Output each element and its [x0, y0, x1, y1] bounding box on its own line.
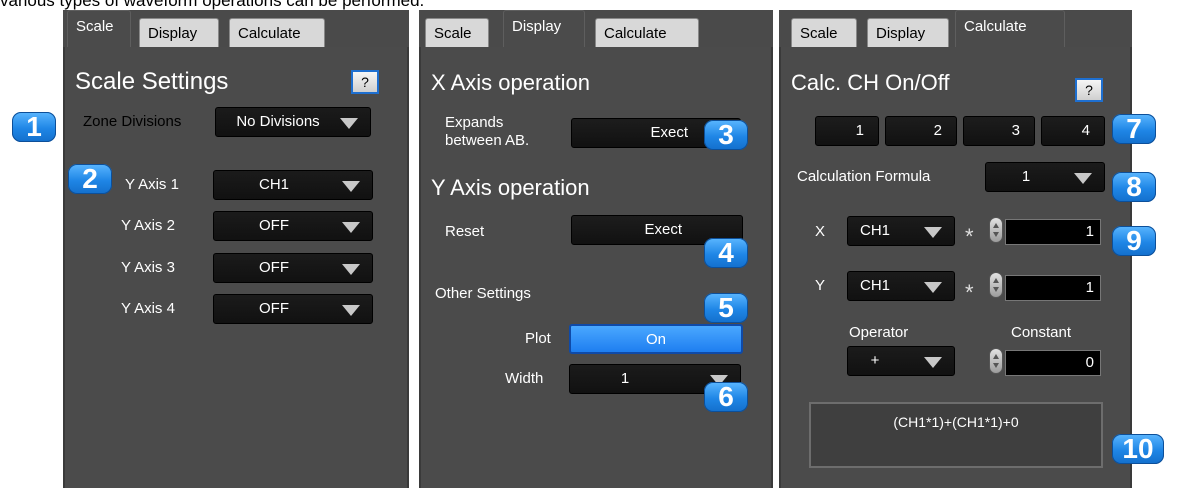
x-channel-dropdown[interactable]: CH1 — [847, 216, 955, 246]
y-axis-1-dropdown[interactable]: CH1 — [213, 170, 373, 200]
channel-2-button[interactable]: 2 — [885, 116, 957, 146]
chevron-down-icon — [1074, 173, 1092, 184]
dropdown-value: No Divisions — [236, 113, 320, 130]
chevron-down-icon — [924, 227, 942, 238]
y-axis-4-label: Y Axis 4 — [121, 300, 175, 317]
page-title: Scale Settings — [75, 68, 229, 95]
calculation-formula-label: Calculation Formula — [797, 168, 931, 185]
multiply-symbol: * — [965, 224, 974, 249]
constant-spinner[interactable] — [989, 348, 1003, 374]
callout-5: 5 — [704, 293, 748, 323]
calc-ch-title: Calc. CH On/Off — [791, 70, 950, 95]
plot-toggle[interactable]: On — [569, 324, 743, 354]
dropdown-value: OFF — [259, 259, 289, 276]
tab-display[interactable]: Display — [139, 18, 219, 47]
calculate-panel: Scale Display Calculate Calc. CH On/Off … — [779, 10, 1132, 488]
tab-calculate[interactable]: Calculate — [595, 18, 699, 47]
callout-9: 9 — [1112, 226, 1156, 256]
callout-10: 10 — [1112, 434, 1164, 464]
y-axis-3-label: Y Axis 3 — [121, 259, 175, 276]
chevron-down-icon — [924, 357, 942, 368]
dropdown-value: 1 — [1021, 168, 1031, 185]
chevron-down-icon — [342, 222, 360, 233]
channel-4-button[interactable]: 4 — [1041, 116, 1105, 146]
y-channel-dropdown[interactable]: CH1 — [847, 271, 955, 301]
help-button[interactable]: ? — [1075, 78, 1103, 102]
chevron-down-icon — [340, 118, 358, 129]
calculation-formula-dropdown[interactable]: 1 — [985, 162, 1105, 192]
channel-1-button[interactable]: 1 — [815, 116, 879, 146]
y-factor-spinner[interactable] — [989, 272, 1003, 298]
y-axis-2-dropdown[interactable]: OFF — [213, 211, 373, 241]
plot-label: Plot — [525, 330, 551, 347]
other-settings-label: Other Settings — [435, 285, 531, 302]
tab-calculate[interactable]: Calculate — [955, 10, 1065, 48]
y-axis-operation-title: Y Axis operation — [431, 175, 590, 200]
constant-label: Constant — [1011, 324, 1072, 341]
zone-divisions-dropdown[interactable]: No Divisions — [215, 107, 371, 137]
y-label: Y — [815, 277, 826, 294]
formula-display: (CH1*1)+(CH1*1)+0 — [809, 402, 1103, 468]
y-axis-1-label: Y Axis 1 — [125, 176, 179, 193]
x-factor-spinner[interactable] — [989, 217, 1003, 243]
tab-display[interactable]: Display — [503, 10, 585, 48]
dropdown-value: + — [870, 352, 880, 369]
callout-2: 2 — [68, 164, 112, 194]
scale-panel: Scale Display Calculate Scale Settings ?… — [63, 10, 409, 488]
y-factor-input[interactable]: 1 — [1005, 275, 1101, 301]
dropdown-value: 1 — [620, 370, 630, 387]
chevron-down-icon — [342, 264, 360, 275]
multiply-symbol: * — [965, 280, 974, 305]
operator-label: Operator — [849, 324, 909, 341]
width-label: Width — [505, 370, 544, 387]
help-button[interactable]: ? — [351, 70, 379, 94]
tab-calculate[interactable]: Calculate — [229, 18, 325, 47]
tab-scale[interactable]: Scale — [67, 10, 131, 48]
operator-dropdown[interactable]: + — [847, 346, 955, 376]
dropdown-value: OFF — [259, 217, 289, 234]
expands-label-line1: Expands — [445, 114, 504, 131]
chevron-down-icon — [342, 181, 360, 192]
constant-input[interactable]: 0 — [1005, 350, 1101, 376]
callout-1: 1 — [12, 112, 56, 142]
y-axis-4-dropdown[interactable]: OFF — [213, 294, 373, 324]
chevron-down-icon — [342, 305, 360, 316]
tab-bar: Scale Display Calculate — [63, 10, 409, 48]
callout-3: 3 — [704, 120, 748, 150]
callout-6: 6 — [704, 382, 748, 412]
expands-label-line2: between AB. — [445, 132, 530, 149]
dropdown-value: CH1 — [859, 222, 890, 239]
tab-display[interactable]: Display — [867, 18, 949, 47]
callout-8: 8 — [1112, 172, 1156, 202]
x-factor-input[interactable]: 1 — [1005, 219, 1101, 245]
tab-bar: Scale Display Calculate — [779, 10, 1132, 48]
channel-3-button[interactable]: 3 — [963, 116, 1035, 146]
x-label: X — [815, 223, 826, 240]
reset-label: Reset — [445, 223, 485, 240]
chevron-down-icon — [924, 282, 942, 293]
x-axis-operation-title: X Axis operation — [431, 70, 590, 95]
tab-bar: Scale Display Calculate — [419, 10, 773, 48]
dropdown-value: CH1 — [258, 176, 289, 193]
zone-divisions-label: Zone Divisions — [83, 113, 182, 130]
tab-scale[interactable]: Scale — [791, 18, 857, 47]
dropdown-value: CH1 — [859, 277, 890, 294]
y-axis-3-dropdown[interactable]: OFF — [213, 253, 373, 283]
tab-scale[interactable]: Scale — [425, 18, 489, 47]
y-axis-2-label: Y Axis 2 — [121, 217, 175, 234]
callout-4: 4 — [704, 238, 748, 268]
callout-7: 7 — [1112, 114, 1156, 144]
dropdown-value: OFF — [259, 300, 289, 317]
